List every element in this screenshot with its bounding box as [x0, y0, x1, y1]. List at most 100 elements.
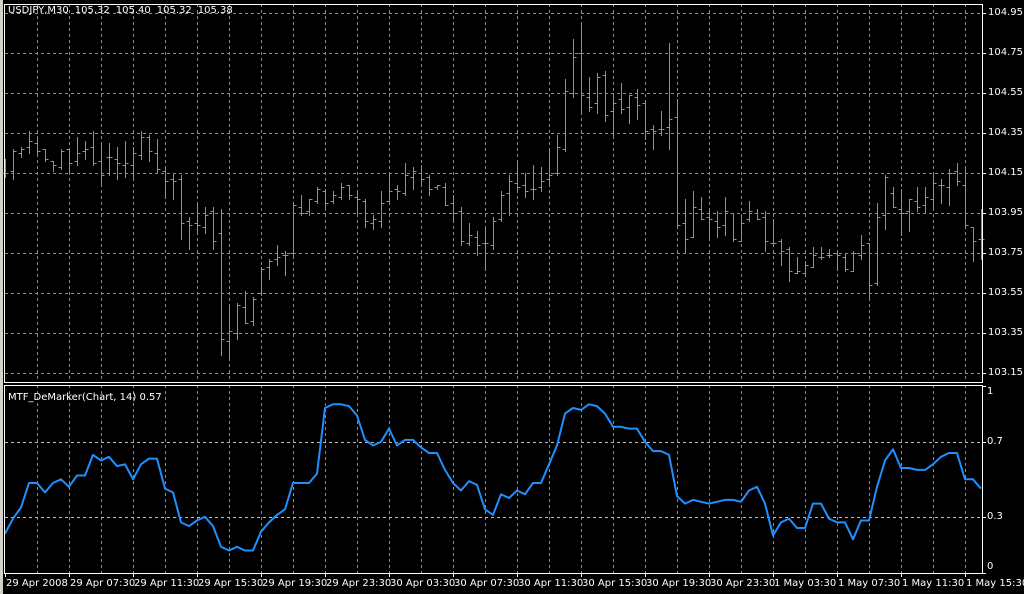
- ohlc-bar: [682, 199, 689, 254]
- time-label: 30 Apr 15:30: [582, 578, 648, 589]
- price-label: 104.95: [988, 7, 1023, 18]
- time-label: 1 May 07:30: [838, 578, 901, 589]
- ohlc-bar: [114, 147, 121, 180]
- ohlc-bar: [850, 251, 857, 272]
- ohlc-bar: [610, 93, 617, 136]
- ohlc-bar: [906, 199, 913, 232]
- open-value: 105.32: [74, 5, 110, 16]
- ohlc-bar: [946, 169, 953, 206]
- ohlc-bar: [194, 205, 201, 232]
- ohlc-bar: [938, 179, 945, 204]
- ohlc-bar: [10, 149, 17, 180]
- ohlc-bar: [186, 217, 193, 250]
- time-label: 29 Apr 11:30: [134, 578, 200, 589]
- ohlc-bar: [922, 187, 929, 214]
- ohlc-bar: [570, 39, 577, 98]
- time-label: 1 May 11:30: [902, 578, 965, 589]
- time-label: 29 Apr 15:30: [198, 578, 264, 589]
- ohlc-bar: [474, 231, 481, 256]
- time-label: 29 Apr 23:30: [326, 578, 392, 589]
- ohlc-bar: [42, 149, 49, 162]
- ohlc-bar: [426, 175, 433, 196]
- ohlc-bar: [178, 175, 185, 240]
- ohlc-bar: [562, 79, 569, 152]
- ohlc-bar: [786, 247, 793, 282]
- ohlc-bar: [410, 167, 417, 190]
- ohlc-bar: [546, 151, 553, 184]
- ohlc-bar: [738, 217, 745, 242]
- time-label: 30 Apr 07:30: [454, 578, 520, 589]
- ohlc-bar: [650, 125, 657, 150]
- ohlc-bar: [434, 185, 441, 190]
- ohlc-bar: [770, 219, 777, 244]
- ohlc-bar: [834, 253, 841, 270]
- ohlc-bar: [146, 135, 153, 162]
- price-label: 103.75: [988, 247, 1023, 258]
- ohlc-bar: [794, 257, 801, 274]
- ohlc-bar: [842, 253, 849, 272]
- ohlc-bar: [74, 137, 81, 166]
- ohlc-bar: [706, 211, 713, 238]
- price-label: 104.15: [988, 167, 1023, 178]
- ohlc-bar: [330, 191, 337, 204]
- ohlc-bar: [290, 205, 297, 258]
- price-label: 104.55: [988, 87, 1023, 98]
- ohlc-bar: [26, 131, 33, 154]
- ohlc-bar: [298, 195, 305, 216]
- ohlc-bar: [586, 77, 593, 112]
- price-label: 103.35: [988, 327, 1023, 338]
- ohlc-bar: [394, 185, 401, 200]
- indicator-title: MTF_DeMarker(Chart, 14) 0.57: [8, 392, 162, 403]
- ohlc-bar: [266, 259, 273, 280]
- symbol-label: USDJPY,M30: [8, 5, 69, 16]
- ohlc-bar: [810, 247, 817, 268]
- time-label: 29 Apr 2008: [6, 578, 68, 589]
- time-label: 29 Apr 07:30: [70, 578, 136, 589]
- ohlc-bar: [458, 207, 465, 246]
- chart-canvas[interactable]: [0, 0, 1024, 594]
- ohlc-bar: [450, 195, 457, 222]
- ohlc-bar: [858, 235, 865, 260]
- ohlc-bar: [90, 131, 97, 166]
- ohlc-bar: [498, 191, 505, 222]
- price-label: 103.55: [988, 287, 1023, 298]
- indicator-axis-label: 0.3: [987, 511, 1003, 522]
- frames: [4, 4, 983, 574]
- price-label: 103.15: [988, 367, 1023, 378]
- indicator-axis-label: 1: [987, 386, 994, 397]
- ohlc-bar: [746, 201, 753, 222]
- ohlc-bar: [122, 141, 129, 178]
- chart-header: USDJPY,M30 105.32 105.40 105.32 105.38: [8, 5, 239, 16]
- ohlc-bar: [866, 243, 873, 298]
- ohlc-bar: [762, 211, 769, 252]
- ohlc-bar: [522, 173, 529, 198]
- ohlc-bar: [658, 111, 665, 136]
- ohlc-bar: [274, 245, 281, 266]
- ohlc-bar: [402, 163, 409, 196]
- time-label: 30 Apr 03:30: [390, 578, 456, 589]
- ohlc-bar: [490, 217, 497, 250]
- ohlc-bar: [882, 175, 889, 230]
- ohlc-bar: [138, 131, 145, 160]
- ohlc-bar: [914, 187, 921, 212]
- ohlc-bar: [170, 173, 177, 200]
- ohlc-bar: [506, 175, 513, 216]
- ohlc-bar: [418, 165, 425, 186]
- price-label: 104.75: [988, 47, 1023, 58]
- ohlc-bar: [874, 203, 881, 286]
- ohlc-bar: [578, 25, 585, 114]
- ohlc-bar: [514, 163, 521, 192]
- ohlc-bar: [954, 163, 961, 186]
- ohlc-bar: [378, 191, 385, 228]
- ohlc-bar: [698, 197, 705, 220]
- ohlc-bar: [314, 187, 321, 204]
- indicator-frame: [4, 385, 983, 574]
- ohlc-bar: [98, 143, 105, 184]
- ohlc-bar: [242, 291, 249, 324]
- ohlc-bar: [466, 223, 473, 246]
- ohlc-bar: [626, 95, 633, 124]
- grid: [5, 4, 986, 577]
- time-label: 30 Apr 19:30: [646, 578, 712, 589]
- low-value: 105.32: [156, 5, 192, 16]
- demarker-line: [4, 403, 982, 552]
